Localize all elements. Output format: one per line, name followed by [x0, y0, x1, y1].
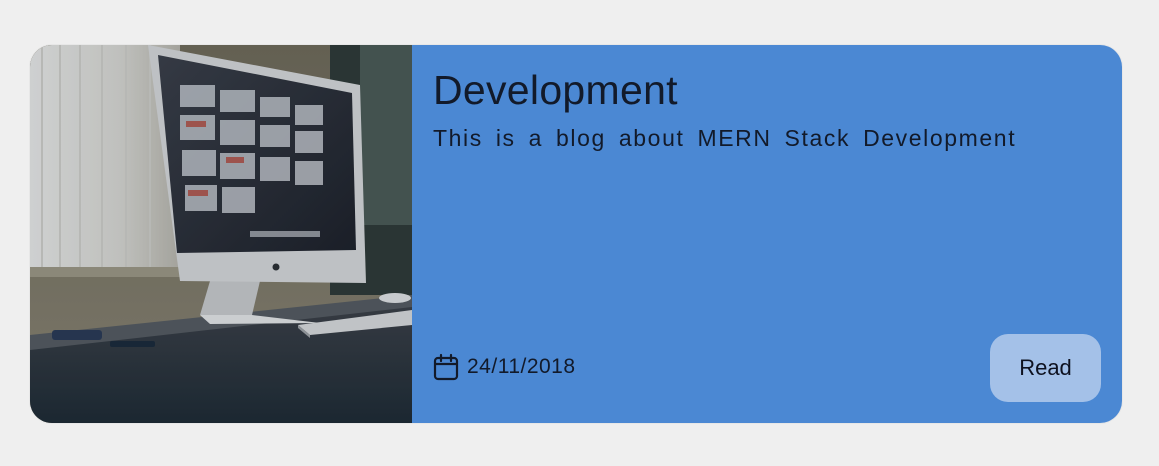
calendar-icon — [433, 353, 459, 381]
card-title: Development — [433, 67, 678, 113]
card-content: Development This is a blog about MERN St… — [412, 45, 1122, 423]
card-thumbnail-image — [30, 45, 412, 423]
monitor-desk-image — [30, 45, 412, 423]
read-button[interactable]: Read — [990, 334, 1101, 402]
blog-card: Development This is a blog about MERN St… — [30, 45, 1122, 423]
post-date: 24/11/2018 — [467, 355, 576, 378]
date-row: 24/11/2018 — [433, 353, 576, 381]
card-description: This is a blog about MERN Stack Developm… — [433, 125, 1017, 151]
